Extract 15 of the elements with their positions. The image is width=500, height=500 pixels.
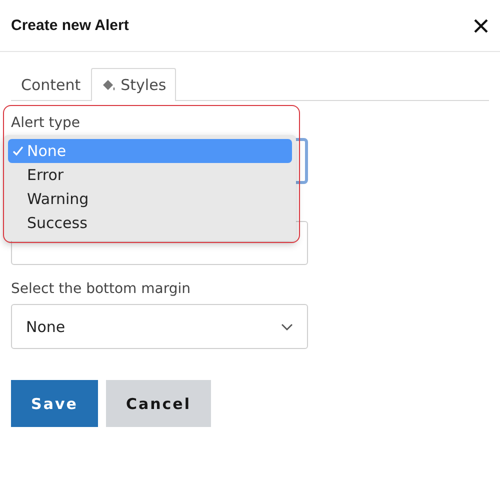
field-label: Select the bottom margin [11, 281, 192, 297]
paint-bucket-icon [100, 78, 117, 92]
close-icon[interactable] [474, 18, 488, 32]
dropdown-option[interactable]: Success [8, 211, 292, 235]
check-icon [12, 145, 24, 157]
cancel-button[interactable]: Cancel [106, 380, 211, 427]
tab[interactable]: Content [11, 68, 91, 101]
chevron-down-icon [281, 322, 293, 330]
dropdown-option[interactable]: Warning [8, 187, 292, 211]
bottom-margin-select[interactable]: None [11, 304, 308, 349]
save-button[interactable]: Save [11, 380, 98, 427]
dialog-title: Create new Alert [11, 17, 129, 34]
field-label: Alert type [11, 115, 82, 131]
dropdown-option[interactable]: Error [8, 163, 292, 187]
tab[interactable]: Styles [90, 68, 176, 101]
